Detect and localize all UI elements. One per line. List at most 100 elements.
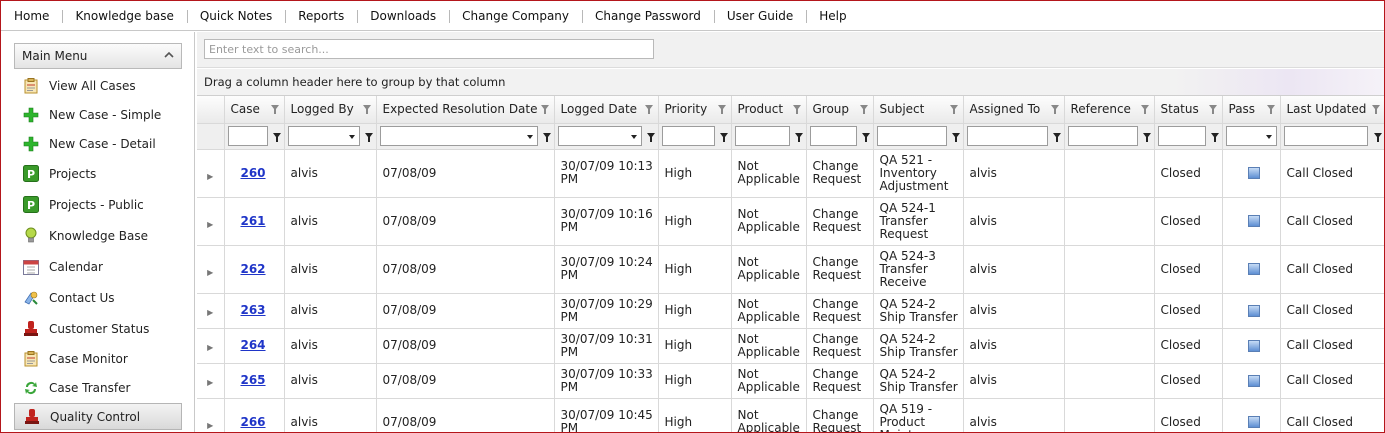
column-header-subject[interactable]: Subject (873, 96, 964, 124)
filter-icon[interactable] (1208, 105, 1217, 114)
filter-icon[interactable] (362, 105, 371, 114)
filter-icon[interactable] (1373, 132, 1382, 142)
filter-icon[interactable] (1371, 105, 1380, 114)
table-row[interactable]: ▶ 262 alvis 07/08/09 30/07/09 10:24 PM H… (197, 245, 1384, 294)
table-row[interactable]: ▶ 263 alvis 07/08/09 30/07/09 10:29 PM H… (197, 293, 1384, 329)
sidebar-item-new-case-simple[interactable]: New Case - Simple (14, 101, 182, 128)
menu-change-company[interactable]: Change Company (449, 1, 582, 31)
row-expand-icon[interactable]: ▶ (197, 328, 225, 364)
case-link[interactable]: 264 (231, 339, 284, 352)
menu-home[interactable]: Home (1, 1, 62, 31)
sidebar-item-projects[interactable]: P Projects (14, 160, 182, 187)
column-header-reference[interactable]: Reference (1064, 96, 1155, 124)
filter-icon[interactable] (1142, 132, 1151, 142)
filter-dropdown-pass[interactable] (1225, 126, 1277, 146)
filter-icon[interactable] (270, 105, 279, 114)
row-expand-icon[interactable]: ▶ (197, 197, 225, 246)
sidebar-item-view-all-cases[interactable]: View All Cases (14, 72, 182, 99)
menu-change-password[interactable]: Change Password (582, 1, 714, 31)
pass-checkbox[interactable] (1247, 374, 1260, 387)
filter-dropdown-logged-by[interactable] (287, 126, 360, 146)
filter-icon[interactable] (794, 132, 803, 142)
sidebar-item-projects-public[interactable]: P Projects - Public (14, 191, 182, 218)
filter-icon[interactable] (1266, 105, 1275, 114)
menu-quick-notes[interactable]: Quick Notes (186, 1, 285, 31)
main-menu-header[interactable]: Main Menu (14, 43, 182, 69)
filter-icon[interactable] (861, 132, 870, 142)
pass-checkbox[interactable] (1247, 167, 1260, 179)
case-link[interactable]: 263 (231, 304, 284, 317)
menu-help[interactable]: Help (806, 1, 859, 31)
filter-icon[interactable] (1052, 132, 1061, 142)
sidebar-item-case-monitor[interactable]: Case Monitor (14, 345, 182, 372)
filter-icon[interactable] (951, 132, 960, 142)
filter-input-assigned-to[interactable] (966, 126, 1048, 146)
filter-icon[interactable] (792, 105, 801, 114)
menu-user-guide[interactable]: User Guide (713, 1, 806, 31)
filter-icon[interactable] (1140, 105, 1149, 114)
sidebar-item-customer-status[interactable]: Customer Status (14, 315, 182, 342)
filter-input-priority[interactable] (661, 126, 715, 146)
column-header-logged-date[interactable]: Logged Date (554, 96, 659, 124)
filter-icon[interactable] (272, 132, 281, 142)
filter-icon[interactable] (717, 105, 726, 114)
pass-checkbox[interactable] (1247, 215, 1260, 227)
sidebar-item-quality-control[interactable]: Quality Control (14, 403, 182, 430)
chevron-up-icon[interactable] (164, 50, 174, 63)
column-header-status[interactable]: Status (1154, 96, 1223, 124)
filter-icon[interactable] (540, 105, 549, 114)
row-expand-icon[interactable]: ▶ (197, 398, 225, 432)
column-header-group[interactable]: Group (806, 96, 874, 124)
pass-checkbox[interactable] (1247, 339, 1260, 352)
group-by-bar[interactable]: Drag a column header here to group by th… (197, 69, 1384, 96)
column-header-priority[interactable]: Priority (658, 96, 732, 124)
row-expand-icon[interactable]: ▶ (197, 245, 225, 294)
column-header-expected-resolution-date[interactable]: Expected Resolution Date (376, 96, 555, 124)
case-link[interactable]: 261 (231, 214, 284, 228)
pass-checkbox[interactable] (1247, 416, 1260, 428)
sidebar-item-contact-us[interactable]: Contact Us (14, 284, 182, 311)
filter-icon[interactable] (1210, 132, 1219, 142)
filter-icon[interactable] (949, 105, 958, 114)
column-header-product[interactable]: Product (731, 96, 807, 124)
table-row[interactable]: ▶ 265 alvis 07/08/09 30/07/09 10:33 PM H… (197, 363, 1384, 399)
filter-icon[interactable] (644, 105, 653, 114)
filter-icon[interactable] (859, 105, 868, 114)
case-link[interactable]: 266 (231, 415, 284, 429)
row-expand-icon[interactable]: ▶ (197, 149, 225, 198)
filter-input-subject[interactable] (876, 126, 947, 146)
table-row[interactable]: ▶ 264 alvis 07/08/09 30/07/09 10:31 PM H… (197, 328, 1384, 364)
case-link[interactable]: 265 (231, 374, 284, 387)
sidebar-item-case-transfer[interactable]: Case Transfer (14, 374, 182, 401)
pass-checkbox[interactable] (1247, 304, 1260, 317)
column-header-assigned-to[interactable]: Assigned To (963, 96, 1065, 124)
filter-icon[interactable] (542, 132, 551, 142)
menu-knowledge-base[interactable]: Knowledge base (62, 1, 186, 31)
column-header-logged-by[interactable]: Logged By (284, 96, 377, 124)
filter-input-reference[interactable] (1067, 126, 1138, 146)
row-expand-icon[interactable]: ▶ (197, 293, 225, 329)
filter-dropdown-logged-date[interactable] (557, 126, 642, 146)
table-row[interactable]: ▶ 260 alvis 07/08/09 30/07/09 10:13 PM H… (197, 149, 1384, 198)
filter-dropdown-expected-resolution-date[interactable] (379, 126, 538, 146)
filter-input-case[interactable] (227, 126, 268, 146)
search-input[interactable] (204, 39, 654, 59)
filter-input-status[interactable] (1157, 126, 1206, 146)
case-link[interactable]: 260 (231, 166, 284, 180)
filter-input-group[interactable] (809, 126, 857, 146)
sidebar-item-knowledge-base[interactable]: Knowledge Base (14, 222, 182, 249)
pass-checkbox[interactable] (1247, 263, 1260, 275)
sidebar-item-new-case-detail[interactable]: New Case - Detail (14, 130, 182, 157)
table-row[interactable]: ▶ 266 alvis 07/08/09 30/07/09 10:45 PM H… (197, 398, 1384, 432)
table-row[interactable]: ▶ 261 alvis 07/08/09 30/07/09 10:16 PM H… (197, 197, 1384, 246)
filter-icon[interactable] (1050, 105, 1059, 114)
column-header-pass[interactable]: Pass (1222, 96, 1281, 124)
menu-downloads[interactable]: Downloads (357, 1, 449, 31)
sidebar-item-calendar[interactable]: Calendar (14, 253, 182, 280)
filter-icon[interactable] (646, 132, 655, 142)
column-header-case[interactable]: Case (224, 96, 285, 124)
menu-reports[interactable]: Reports (285, 1, 357, 31)
filter-input-last-updated[interactable] (1283, 126, 1368, 146)
row-expand-icon[interactable]: ▶ (197, 363, 225, 399)
filter-icon[interactable] (719, 132, 728, 142)
